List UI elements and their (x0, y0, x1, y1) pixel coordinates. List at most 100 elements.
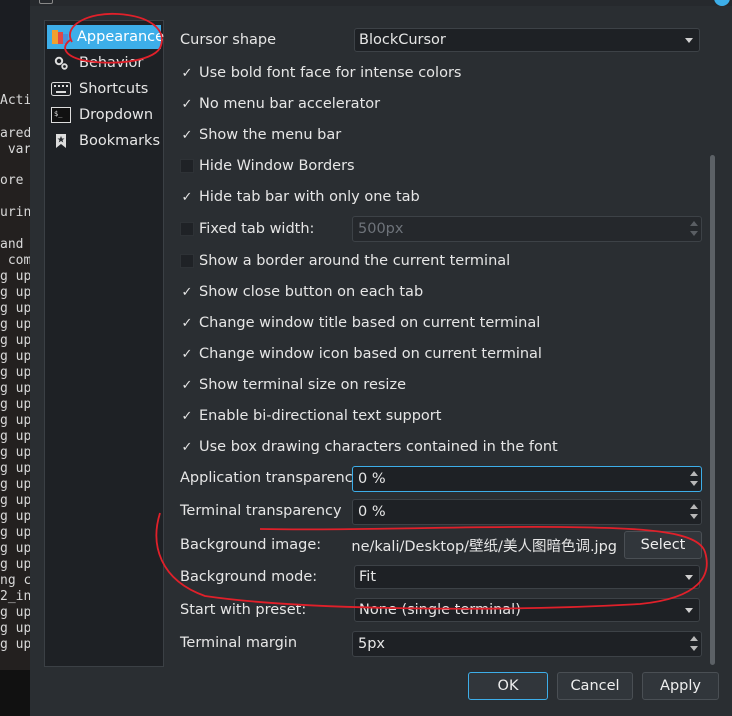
chevron-down-icon (685, 575, 693, 580)
terminal-margin-value: 5px (358, 636, 386, 652)
spin-arrows-icon (690, 635, 698, 653)
sidebar-item-label: Behavior (79, 55, 144, 71)
background-image-path[interactable]: ne/kali/Desktop/壁纸/美人图暗色调.jpg (352, 532, 617, 558)
terminal-line: g up (0, 621, 30, 636)
checkbox-label: Hide tab bar with only one tab (199, 189, 420, 205)
background-mode-select[interactable]: Fit (354, 565, 700, 589)
sidebar-item-behavior[interactable]: Behavior (47, 51, 161, 75)
terminal-transparency-spinbox[interactable]: 0 % (352, 499, 702, 525)
terminal-line: g up (0, 637, 30, 652)
checkmark-icon[interactable]: ✓ (180, 378, 194, 393)
sidebar-item-appearance[interactable]: Appearance (47, 25, 165, 49)
sidebar-item-label: Appearance (77, 29, 165, 45)
preset-select[interactable]: None (single terminal) (354, 598, 700, 622)
terminal-line: g up (0, 493, 30, 508)
checkbox-row[interactable]: ✓ Change window title based on current te… (180, 312, 541, 334)
close-window-button[interactable] (714, 0, 730, 6)
checkbox-row[interactable]: ✓ Show terminal size on resize (180, 374, 406, 396)
background-image-path-text: ne/kali/Desktop/壁纸/美人图暗色调.jpg (352, 538, 617, 555)
checkbox-row[interactable]: ✓ Use bold font face for intense colors (180, 62, 462, 84)
fixed-tab-width-spinbox[interactable]: 500px (352, 216, 702, 242)
terminal-line: ng c (0, 573, 30, 588)
checkbox-row[interactable]: ✓ No menu bar accelerator (180, 93, 381, 115)
sidebar-item-label: Bookmarks (79, 133, 161, 149)
terminal-line: g up (0, 541, 30, 556)
checkmark-icon[interactable]: ✓ (180, 97, 194, 112)
checkmark-icon[interactable]: ✓ (180, 440, 194, 455)
background-mode-value: Fit (359, 569, 376, 585)
checkbox-label: Show terminal size on resize (199, 377, 406, 393)
terminal-line: g up (0, 381, 30, 396)
window-icon (39, 0, 53, 4)
fixed-tab-width-value: 500px (358, 221, 404, 237)
checkbox-label: Hide Window Borders (199, 158, 355, 174)
checkbox-label: Enable bi-directional text support (199, 408, 442, 424)
sidebar-item-dropdown[interactable]: $_ Dropdown (47, 103, 161, 127)
checkbox-row[interactable]: Fixed tab width: (180, 218, 314, 240)
terminal-line: g up (0, 445, 30, 460)
preset-value: None (single terminal) (359, 602, 521, 618)
checkmark-icon[interactable]: ✓ (180, 285, 194, 300)
spin-arrows-icon (690, 503, 698, 521)
cancel-button[interactable]: Cancel (557, 672, 633, 700)
gears-icon (51, 54, 71, 72)
checkbox-label: Show close button on each tab (199, 284, 424, 300)
terminal-transparency-label: Terminal transparency (180, 503, 342, 519)
terminal-line: g up (0, 413, 30, 428)
checkbox-row[interactable]: ✓ Use box drawing characters contained in… (180, 436, 558, 458)
checkbox-row[interactable]: Show a border around the current termina… (180, 250, 510, 272)
bookmark-icon (51, 132, 71, 150)
title-bar (30, 0, 732, 6)
sidebar-item-label: Dropdown (79, 107, 154, 123)
sidebar-item-shortcuts[interactable]: Shortcuts (47, 77, 161, 101)
spin-arrows-icon (690, 220, 698, 238)
terminal-line: g up (0, 509, 30, 524)
checkbox-row[interactable]: ✓ Show the menu bar (180, 124, 342, 146)
app-transparency-spinbox[interactable]: 0 % (352, 466, 702, 492)
cursor-shape-label: Cursor shape (180, 32, 277, 48)
checkbox-label: Use box drawing characters contained in … (199, 439, 558, 455)
checkbox-label: Use bold font face for intense colors (199, 65, 462, 81)
sidebar-item-bookmarks[interactable]: Bookmarks (47, 129, 161, 153)
checkmark-icon[interactable]: ✓ (180, 128, 194, 143)
checkmark-icon[interactable]: ✓ (180, 66, 194, 81)
checkbox-unchecked[interactable] (180, 254, 194, 268)
select-image-button[interactable]: Select (624, 531, 702, 559)
terminal-icon: $_ (51, 106, 71, 124)
settings-scrollbar[interactable] (709, 155, 717, 665)
checkmark-icon[interactable]: ✓ (180, 347, 194, 362)
terminal-line: var (0, 142, 30, 157)
terminal-line: g up (0, 461, 30, 476)
scrollbar-thumb[interactable] (710, 155, 715, 665)
checkbox-row[interactable]: ✓ Enable bi-directional text support (180, 405, 442, 427)
checkbox-unchecked[interactable] (180, 222, 194, 236)
checkmark-icon[interactable]: ✓ (180, 316, 194, 331)
terminal-margin-spinbox[interactable]: 5px (352, 631, 702, 657)
chevron-down-icon (685, 38, 693, 43)
terminal-line: g up (0, 605, 30, 620)
appearance-icon (51, 28, 69, 46)
terminal-bottom-bar (0, 670, 30, 716)
sidebar-item-label: Shortcuts (79, 81, 149, 97)
ok-button[interactable]: OK (468, 672, 548, 700)
checkmark-icon[interactable]: ✓ (180, 409, 194, 424)
apply-button[interactable]: Apply (642, 672, 719, 700)
terminal-line: g up (0, 285, 30, 300)
cursor-shape-select[interactable]: BlockCursor (354, 28, 700, 52)
terminal-line: g up (0, 301, 30, 316)
checkmark-icon[interactable]: ✓ (180, 190, 194, 205)
settings-sidebar: Appearance Behavior Shortcuts $_ Dropdow… (44, 20, 164, 667)
terminal-line: Actic (0, 93, 30, 108)
terminal-line: g up (0, 269, 30, 284)
terminal-line: 2_in (0, 589, 30, 604)
checkbox-row[interactable]: ✓ Hide tab bar with only one tab (180, 186, 420, 208)
checkbox-row[interactable]: ✓ Change window icon based on current ter… (180, 343, 542, 365)
checkbox-row[interactable]: Hide Window Borders (180, 155, 355, 177)
keyboard-icon (51, 80, 71, 98)
terminal-line: g up (0, 317, 30, 332)
checkbox-label: Show the menu bar (199, 127, 342, 143)
background-terminal: Acticared varore urinand comg upg upg up… (0, 60, 30, 670)
cursor-shape-value: BlockCursor (359, 32, 446, 48)
checkbox-row[interactable]: ✓ Show close button on each tab (180, 281, 424, 303)
checkbox-unchecked[interactable] (180, 159, 194, 173)
